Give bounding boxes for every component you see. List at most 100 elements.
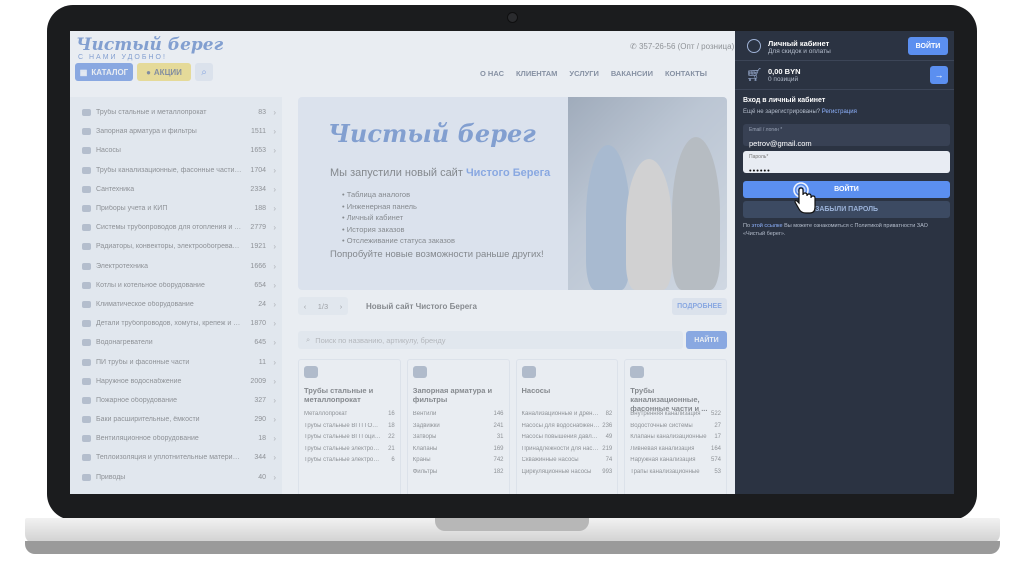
card-row[interactable]: Трубы стальные электросв... 6 xyxy=(304,457,395,469)
promo-button[interactable]: ● АКЦИИ xyxy=(137,63,191,81)
chevron-right-icon[interactable]: › xyxy=(340,302,343,311)
category-icon xyxy=(630,366,645,378)
email-field[interactable]: Email / логин * xyxy=(743,124,950,148)
password-input[interactable] xyxy=(749,166,944,175)
user-icon xyxy=(747,39,761,53)
sidebar-item[interactable]: Трубы канализационные, фасонные части и … xyxy=(82,161,276,180)
nav-item-about[interactable]: О НАС xyxy=(480,69,504,78)
chevron-right-icon: › xyxy=(273,108,276,118)
card-row[interactable]: Водосточные системы 27 xyxy=(630,423,721,435)
chevron-right-icon: › xyxy=(273,472,276,482)
sidebar-item[interactable]: Сантехника 2334 › xyxy=(82,180,276,199)
login-button-top[interactable]: ВОЙТИ xyxy=(908,37,948,55)
more-button[interactable]: ПОДРОБНЕЕ xyxy=(672,298,727,315)
sidebar-item[interactable]: Насосы 1653 › xyxy=(82,141,276,160)
search-icon[interactable]: ⌕ xyxy=(195,63,213,81)
category-card[interactable]: Трубы канализационные, фасонные части и … xyxy=(624,359,727,494)
card-row[interactable]: Канализационные и дренаж... 82 xyxy=(522,411,613,423)
card-row[interactable]: Краны 742 xyxy=(413,457,504,469)
sidebar-item[interactable]: Котлы и котельное оборудование 654 › xyxy=(82,276,276,295)
card-row[interactable]: Циркуляционные насосы 993 xyxy=(522,469,613,481)
card-title: Трубы стальные и металлопрокат xyxy=(304,386,374,404)
forgot-password-button[interactable]: ЗАБЫЛИ ПАРОЛЬ xyxy=(743,201,950,218)
password-field[interactable]: Пароль* xyxy=(743,151,950,175)
person-figure xyxy=(586,145,630,290)
card-row-label: Скважинные насосы xyxy=(521,457,579,463)
card-row[interactable]: Наружная канализация 574 xyxy=(630,457,721,469)
card-row[interactable]: Скважинные насосы 74 xyxy=(522,457,613,469)
card-row[interactable]: Насосы для водоснабжения 236 xyxy=(522,423,613,435)
card-row[interactable]: Клапаны канализационные 17 xyxy=(630,434,721,446)
sidebar-item[interactable]: Электротехника 1666 › xyxy=(82,257,276,276)
card-row[interactable]: Металлопрокат 16 xyxy=(304,411,395,423)
main-nav: О НАС КЛИЕНТАМ УСЛУГИ ВАКАНСИИ КОНТАКТЫ xyxy=(480,69,707,78)
card-row[interactable]: Трубы стальные электросв... 21 xyxy=(304,446,395,458)
promo-banner[interactable]: Чистый берег Мы запустили новый сайт Чис… xyxy=(298,97,727,290)
nav-item-vacancies[interactable]: ВАКАНСИИ xyxy=(611,69,653,78)
card-row[interactable]: Задвижки 241 xyxy=(413,423,504,435)
card-row[interactable]: Клапаны 169 xyxy=(413,446,504,458)
nav-item-clients[interactable]: КЛИЕНТАМ xyxy=(516,69,557,78)
catalog-button-label: КАТАЛОГ xyxy=(91,67,129,77)
card-row-label: Клапаны xyxy=(412,445,438,452)
screen: Чистый берег С НАМИ УДОБНО! ▦ КАТАЛОГ ● … xyxy=(70,31,954,494)
register-link[interactable]: Регистрация xyxy=(822,109,857,115)
category-card[interactable]: Насосы Канализационные и дренаж... 82 Насос… xyxy=(515,359,619,494)
card-row[interactable]: Трубы стальные ВГП оцинко... 22 xyxy=(304,434,395,446)
sidebar-item[interactable]: Трубы стальные и металлопрокат 83 › xyxy=(82,103,276,122)
sidebar-item-label: Трубы стальные и металлопрокат xyxy=(96,109,207,117)
sidebar-item-count: 327 xyxy=(254,396,266,404)
sidebar-item[interactable]: Вентиляционное оборудование 18 › xyxy=(82,429,276,448)
sidebar-item[interactable]: Приводы 40 › xyxy=(82,468,276,487)
sidebar-item-label: Климатическое оборудование xyxy=(96,300,194,308)
card-row[interactable]: Ливневая канализация 164 xyxy=(630,446,721,458)
card-row[interactable]: Затворы 31 xyxy=(413,434,504,446)
sidebar-item[interactable]: Радиаторы, конвекторы, электрообогревате… xyxy=(82,237,276,256)
sidebar-item[interactable]: Системы трубопроводов для отопления и во… xyxy=(82,218,276,237)
sidebar-item[interactable]: Баки расширительные, ёмкости 290 › xyxy=(82,410,276,429)
card-row[interactable]: Трапы канализационные 53 xyxy=(630,469,721,481)
sidebar-item[interactable]: Пожарное оборудование 327 › xyxy=(82,391,276,410)
cart-arrow-button[interactable]: → xyxy=(930,66,948,84)
chevron-right-icon: › xyxy=(273,319,276,329)
card-row-label: Циркуляционные насосы xyxy=(521,468,592,475)
sidebar-item[interactable]: Запорная арматура и фильтры 1511 › xyxy=(82,122,276,141)
search-input[interactable]: ⌕ Поиск по названию, артикулу, бренду xyxy=(298,331,683,349)
card-row[interactable]: Принадлежности для насос... 219 xyxy=(522,446,613,458)
card-row[interactable]: Вентили 146 xyxy=(413,411,504,423)
drop-icon: ● xyxy=(146,67,151,77)
sidebar-item[interactable]: Теплоизоляция и уплотнительные материалы… xyxy=(82,448,276,467)
sidebar-item[interactable]: Климатическое оборудование 24 › xyxy=(82,295,276,314)
find-button[interactable]: НАЙТИ xyxy=(686,331,727,349)
catalog-button[interactable]: ▦ КАТАЛОГ xyxy=(75,63,133,81)
site-logo[interactable]: Чистый берег xyxy=(76,35,223,55)
card-row-count: 522 xyxy=(710,411,721,417)
card-row-label: Задвижки xyxy=(412,422,440,429)
phone-number[interactable]: ✆ 357-26-56 (Опт / розница) xyxy=(630,42,734,51)
sidebar-item[interactable]: Водонагреватели 645 › xyxy=(82,333,276,352)
submit-login-button[interactable]: ВОЙТИ xyxy=(743,181,950,198)
login-panel: Личный кабинет Для скидок и оплаты ВОЙТИ… xyxy=(735,31,954,494)
card-row-count: 82 xyxy=(605,411,613,417)
nav-item-services[interactable]: УСЛУГИ xyxy=(569,69,598,78)
card-row-label: Внутренняя канализация xyxy=(630,411,701,417)
sidebar-item-count: 2009 xyxy=(250,377,266,385)
sidebar-item[interactable]: Наружное водоснабжение 2009 › xyxy=(82,372,276,391)
sidebar-item-label: Системы трубопроводов для отопления и во… xyxy=(96,224,242,232)
search-placeholder: Поиск по названию, артикулу, бренду xyxy=(315,335,446,345)
sidebar-item[interactable]: Детали трубопроводов, хомуты, крепеж и ф… xyxy=(82,314,276,333)
email-input[interactable] xyxy=(749,139,944,148)
category-card[interactable]: Запорная арматура и фильтры Вентили 146 Зад… xyxy=(406,359,510,494)
sidebar-item-count: 2334 xyxy=(250,185,266,193)
chevron-left-icon[interactable]: ‹ xyxy=(304,302,307,311)
privacy-link[interactable]: этой ссылке xyxy=(752,223,783,229)
category-card[interactable]: Трубы стальные и металлопрокат Металлопро… xyxy=(298,359,401,494)
card-row[interactable]: Трубы стальные ВГП ГОСТ 3... 18 xyxy=(304,423,395,435)
nav-item-contacts[interactable]: КОНТАКТЫ xyxy=(665,69,707,78)
card-row[interactable]: Фильтры 182 xyxy=(413,469,504,481)
sidebar-item[interactable]: ПИ трубы и фасонные части 11 › xyxy=(82,352,276,371)
card-row-count: 17 xyxy=(714,434,721,440)
sidebar-item-count: 1653 xyxy=(250,147,266,155)
sidebar-item[interactable]: Приборы учета и КИП 188 › xyxy=(82,199,276,218)
card-row[interactable]: Насосы повышения давлени... 49 xyxy=(522,434,613,446)
